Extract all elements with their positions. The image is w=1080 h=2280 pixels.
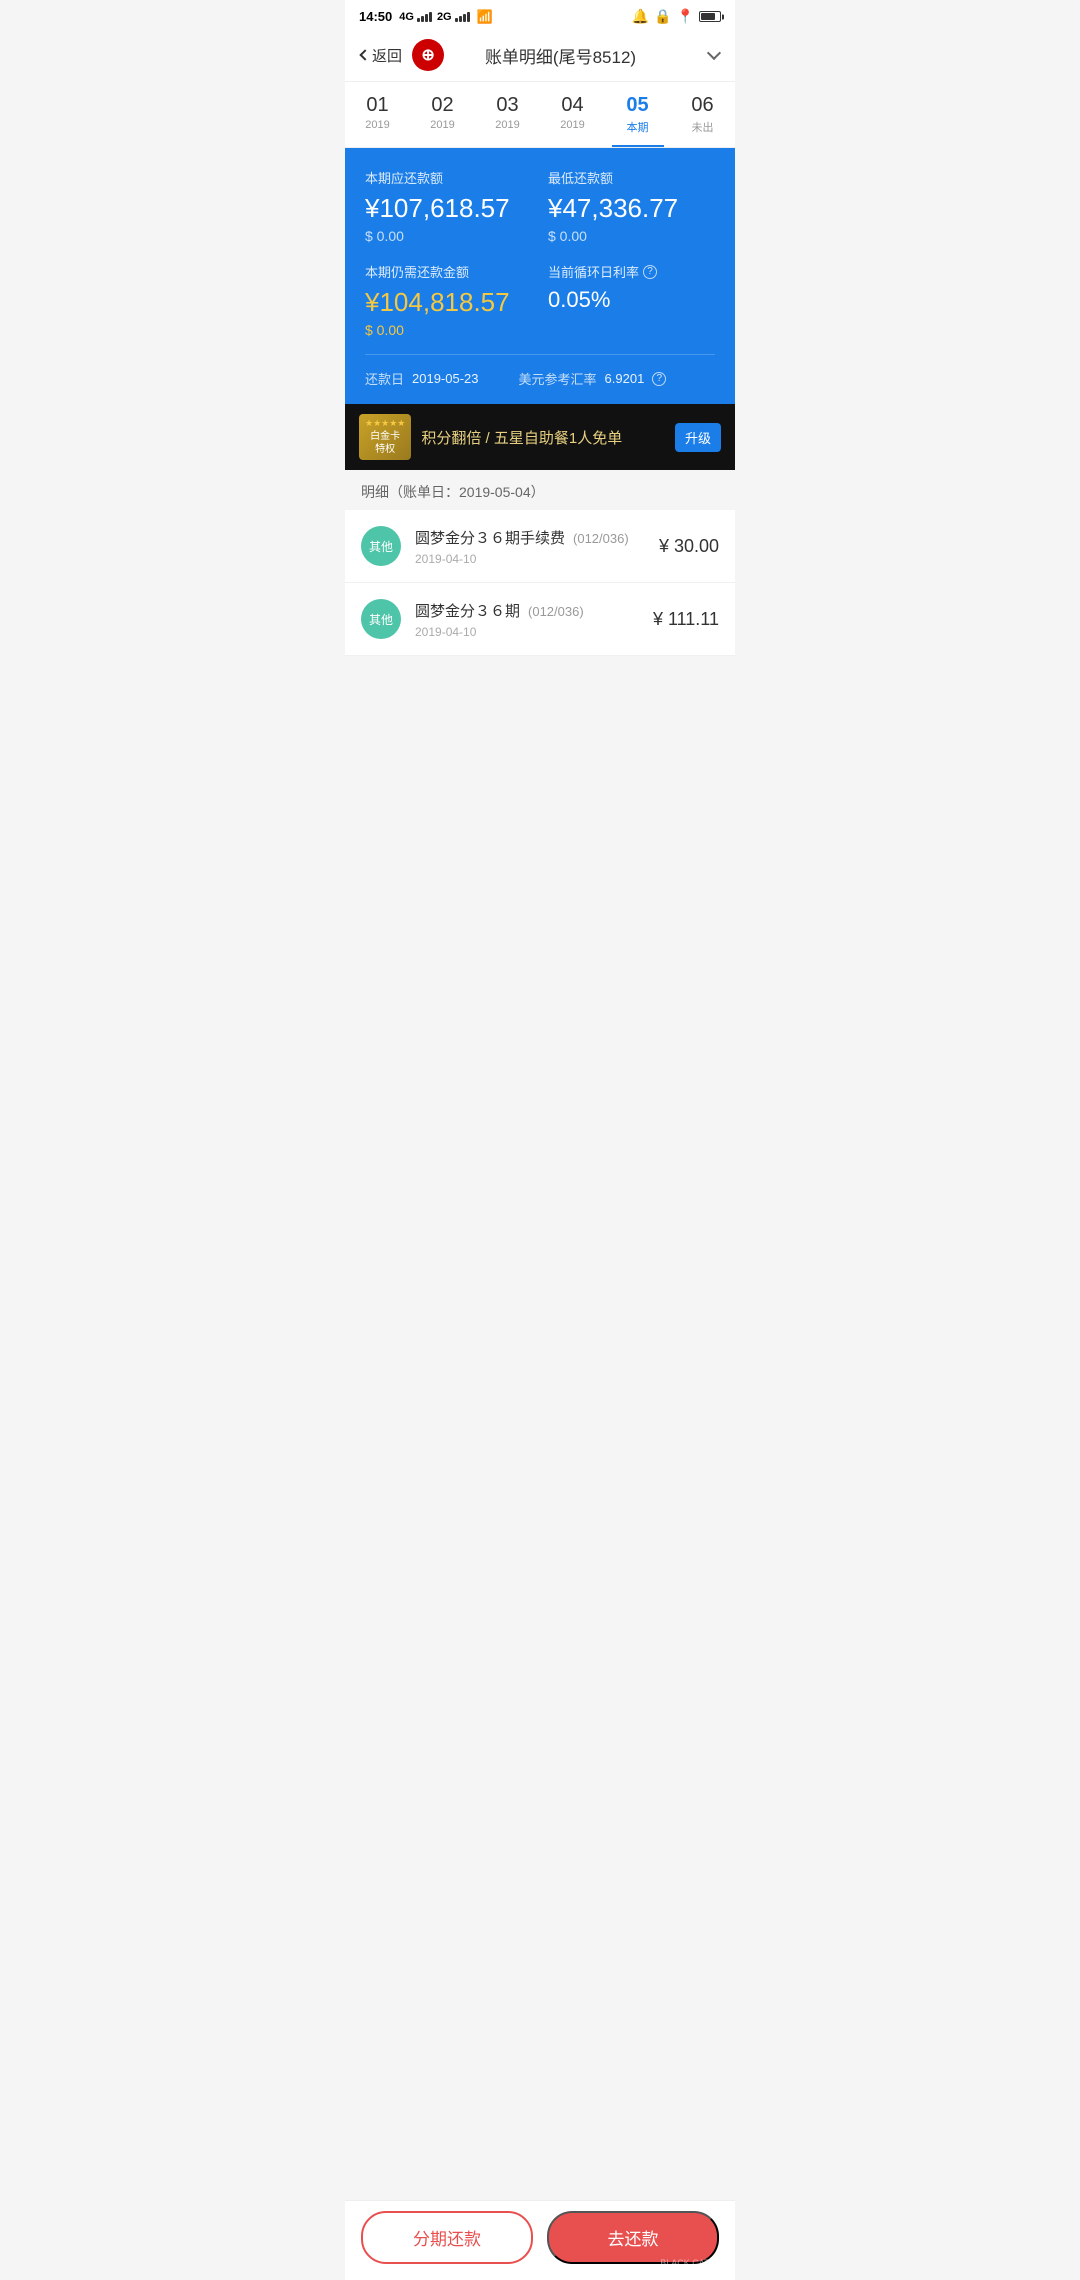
remain-amount-sub: $ 0.00 xyxy=(365,322,532,338)
tab-month-03-num: 03 xyxy=(479,94,536,117)
bank-logo: ⊕ xyxy=(412,39,444,71)
due-date-value: 2019-05-23 xyxy=(412,371,479,386)
due-amount-sub: $ 0.00 xyxy=(365,228,532,244)
status-time-area: 14:50 4G 2G 📶 xyxy=(359,9,493,25)
exchange-rate-value: 6.9201 xyxy=(605,371,645,386)
tab-month-01[interactable]: 01 2019 xyxy=(345,82,410,147)
min-amount-value: ¥47,336.77 xyxy=(548,193,715,224)
remain-amount-value: ¥104,818.57 xyxy=(365,287,532,318)
tab-month-03-year: 2019 xyxy=(479,119,536,131)
due-amount-item: 本期应还款额 ¥107,618.57 $ 0.00 xyxy=(365,168,532,244)
exchange-rate-help-icon[interactable]: ? xyxy=(652,372,666,386)
info-panel: 本期应还款额 ¥107,618.57 $ 0.00 最低还款额 ¥47,336.… xyxy=(345,148,735,404)
status-bar: 14:50 4G 2G 📶 🔔 🔒 📍 xyxy=(345,0,735,29)
banner-stars: ★★★★★ xyxy=(365,418,405,430)
tx-info-2: 圆梦金分３６期 (012/036) 2019-04-10 xyxy=(415,600,639,639)
tab-month-06[interactable]: 06 未出 xyxy=(670,82,735,147)
tab-month-05[interactable]: 05 本期 xyxy=(605,82,670,147)
tab-month-05-year: 本期 xyxy=(609,119,666,135)
tx-sub-2: (012/036) xyxy=(528,604,584,619)
rate-item: 当前循环日利率 ? 0.05% xyxy=(548,262,715,338)
tab-month-05-num: 05 xyxy=(609,94,666,117)
battery-icon xyxy=(699,11,721,22)
tx-date-2: 2019-04-10 xyxy=(415,625,639,639)
page-title: 账单明细(尾号8512) xyxy=(454,43,667,68)
tx-info-1: 圆梦金分３６期手续费 (012/036) 2019-04-10 xyxy=(415,527,645,566)
tx-amount-2: ¥ 111.11 xyxy=(653,609,719,630)
tx-sub-1: (012/036) xyxy=(573,531,629,546)
tab-month-01-num: 01 xyxy=(349,94,406,117)
black-cat-watermark: BLACK CAT 1 xyxy=(660,2258,717,2268)
rate-value: 0.05% xyxy=(548,287,715,313)
due-date-label: 还款日 xyxy=(365,369,404,388)
time-display: 14:50 xyxy=(359,9,392,24)
due-date-item: 还款日 2019-05-23 xyxy=(365,369,479,388)
month-tabs: 01 2019 02 2019 03 2019 04 2019 05 本期 06… xyxy=(345,82,735,148)
remain-amount-item: 本期仍需还款金额 ¥104,818.57 $ 0.00 xyxy=(365,262,532,338)
tx-title-2: 圆梦金分３６期 (012/036) xyxy=(415,600,639,621)
rate-help-icon[interactable]: ? xyxy=(643,265,657,279)
banner-upgrade-button[interactable]: 升级 xyxy=(675,423,721,452)
min-amount-item: 最低还款额 ¥47,336.77 $ 0.00 xyxy=(548,168,715,244)
min-amount-label: 最低还款额 xyxy=(548,168,715,187)
signal-bars-1 xyxy=(417,12,432,22)
info-footer: 还款日 2019-05-23 美元参考汇率 6.9201 ? xyxy=(365,369,715,388)
tab-month-04-num: 04 xyxy=(544,94,601,117)
location-icon: 📍 xyxy=(677,8,694,25)
header: 返回 ⊕ 账单明细(尾号8512) xyxy=(345,29,735,82)
transaction-list: 其他 圆梦金分３６期手续费 (012/036) 2019-04-10 ¥ 30.… xyxy=(345,510,735,656)
banner-badge: ★★★★★ 白金卡 特权 xyxy=(359,414,411,460)
exchange-rate-item: 美元参考汇率 6.9201 ? xyxy=(519,369,667,388)
tx-date-1: 2019-04-10 xyxy=(415,552,645,566)
pay-button-label: 去还款 xyxy=(608,2225,659,2250)
tx-category-icon-1: 其他 xyxy=(361,526,401,566)
tab-month-06-year: 未出 xyxy=(674,119,731,135)
tab-month-04-year: 2019 xyxy=(544,119,601,131)
back-button[interactable]: 返回 xyxy=(361,45,402,66)
transaction-item: 其他 圆梦金分３６期手续费 (012/036) 2019-04-10 ¥ 30.… xyxy=(345,510,735,583)
network-4g: 4G xyxy=(399,11,414,23)
tab-month-04[interactable]: 04 2019 xyxy=(540,82,605,147)
tab-month-06-num: 06 xyxy=(674,94,731,117)
network-2g: 2G xyxy=(437,11,452,23)
tx-category-icon-2: 其他 xyxy=(361,599,401,639)
transaction-item-2: 其他 圆梦金分３６期 (012/036) 2019-04-10 ¥ 111.11 xyxy=(345,583,735,656)
tx-title-1: 圆梦金分３６期手续费 (012/036) xyxy=(415,527,645,548)
info-divider xyxy=(365,354,715,355)
wifi-icon: 📶 xyxy=(477,9,493,25)
banner-badge-line2: 特权 xyxy=(375,443,395,456)
exchange-rate-label: 美元参考汇率 xyxy=(519,369,597,388)
section-label: 明细（账单日：2019-05-04） xyxy=(361,484,545,500)
banner[interactable]: ★★★★★ 白金卡 特权 积分翻倍 / 五星自助餐1人免单 升级 xyxy=(345,404,735,470)
tab-month-02-year: 2019 xyxy=(414,119,471,131)
rate-label: 当前循环日利率 ? xyxy=(548,262,715,281)
status-icons: 🔔 🔒 📍 xyxy=(632,8,721,25)
due-amount-label: 本期应还款额 xyxy=(365,168,532,187)
chevron-down-icon[interactable] xyxy=(707,46,721,60)
back-label: 返回 xyxy=(372,45,402,66)
tx-icon-label-2: 其他 xyxy=(369,611,393,628)
tab-month-03[interactable]: 03 2019 xyxy=(475,82,540,147)
banner-badge-line1: 白金卡 xyxy=(370,430,400,443)
pay-button[interactable]: 去还款 BLACK CAT 1 xyxy=(547,2211,719,2264)
installment-button[interactable]: 分期还款 xyxy=(361,2211,533,2264)
info-grid: 本期应还款额 ¥107,618.57 $ 0.00 最低还款额 ¥47,336.… xyxy=(365,168,715,338)
signal-bars-2 xyxy=(455,12,470,22)
min-amount-sub: $ 0.00 xyxy=(548,228,715,244)
tab-month-02[interactable]: 02 2019 xyxy=(410,82,475,147)
lock-icon: 🔒 xyxy=(654,8,671,25)
tx-name-1: 圆梦金分３６期手续费 xyxy=(415,527,565,548)
tx-name-2: 圆梦金分３６期 xyxy=(415,600,520,621)
tx-amount-1: ¥ 30.00 xyxy=(659,536,719,557)
remain-amount-label: 本期仍需还款金额 xyxy=(365,262,532,281)
section-header: 明细（账单日：2019-05-04） xyxy=(345,470,735,510)
tab-month-02-num: 02 xyxy=(414,94,471,117)
tab-month-01-year: 2019 xyxy=(349,119,406,131)
due-amount-value: ¥107,618.57 xyxy=(365,193,532,224)
banner-text: 积分翻倍 / 五星自助餐1人免单 xyxy=(421,427,665,448)
bell-icon: 🔔 xyxy=(632,8,649,25)
back-arrow-icon xyxy=(359,49,370,60)
bottom-bar: 分期还款 去还款 BLACK CAT 1 xyxy=(345,2200,735,2280)
tx-icon-label-1: 其他 xyxy=(369,538,393,555)
